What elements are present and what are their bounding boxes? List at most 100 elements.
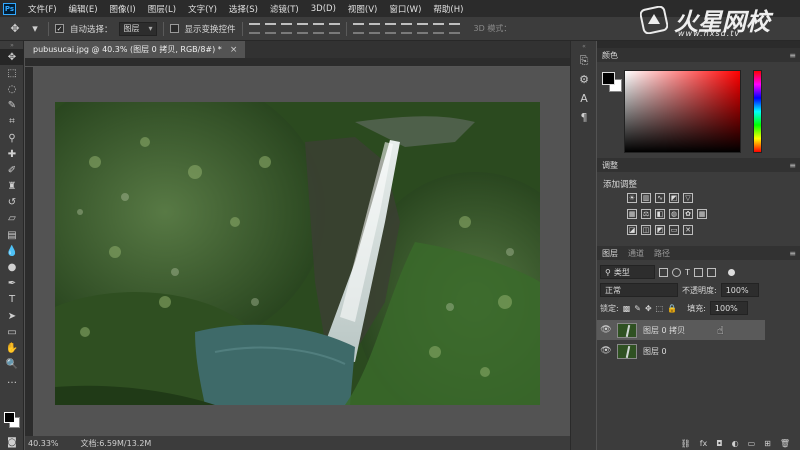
gradient-tool-icon[interactable]: ▤ [0,227,24,243]
blend-mode-select[interactable]: 正常 [600,283,678,297]
align-hcenter-icon[interactable] [312,23,324,34]
align-left-icon[interactable] [296,23,308,34]
vibrance-icon[interactable]: ▽ [683,193,693,203]
layer-name[interactable]: 图层 0 拷贝 [643,325,685,336]
tab-layers[interactable]: 图层 [602,248,618,259]
fx-icon[interactable]: fx [700,439,708,448]
quick-select-tool-icon[interactable]: ✎ [0,98,24,114]
menu-file[interactable]: 文件(F) [22,3,63,15]
hue-slider[interactable] [753,70,762,153]
auto-select-target-select[interactable]: 图层 [118,21,157,36]
opacity-input[interactable]: 100% [720,283,759,297]
fill-input[interactable]: 100% [709,301,748,315]
channel-mixer-icon[interactable]: ✿ [683,209,693,219]
move-tool-icon[interactable]: ✥ [0,49,24,66]
character-panel-icon[interactable]: A [571,89,597,108]
tab-paths[interactable]: 路径 [654,248,670,259]
panel-menu-icon[interactable]: ≡ [789,249,796,258]
gradient-map-icon[interactable]: ▭ [669,225,679,235]
menu-edit[interactable]: 编辑(E) [63,3,104,15]
clone-stamp-tool-icon[interactable]: ♜ [0,179,24,195]
pen-tool-icon[interactable]: ✒ [0,276,24,292]
show-transform-checkbox[interactable] [169,24,179,33]
layer-name[interactable]: 图层 0 [643,346,667,357]
menu-3d[interactable]: 3D(D) [305,4,342,14]
tool-preset-chevron-icon[interactable]: ▾ [28,22,42,36]
hue-saturation-icon[interactable]: ▦ [627,209,637,219]
auto-align-icon[interactable] [448,23,460,34]
levels-icon[interactable]: ▥ [641,193,651,203]
layer-filter-kind-select[interactable]: ⚲ 类型 [600,265,655,279]
blur-tool-icon[interactable]: 💧 [0,243,24,259]
properties-panel-icon[interactable]: ⚙ [571,70,597,89]
toolbar-collapse-icon[interactable]: » [0,41,24,49]
menu-select[interactable]: 选择(S) [223,3,264,15]
add-mask-icon[interactable]: ◘ [716,439,722,448]
foreground-color-swatch[interactable] [4,412,15,423]
dodge-tool-icon[interactable]: ● [0,259,24,275]
brightness-icon[interactable]: ☀ [627,193,637,203]
align-vcenter-icon[interactable] [264,23,276,34]
menu-image[interactable]: 图像(I) [104,3,142,15]
filter-smart-object-icon[interactable] [706,267,716,277]
curves-icon[interactable]: ∿ [655,193,665,203]
lock-position-icon[interactable]: ✥ [645,304,652,313]
link-layers-icon[interactable]: ⛓ [681,439,691,448]
marquee-tool-icon[interactable]: ⬚ [0,65,24,81]
panel-menu-icon[interactable]: ≡ [789,161,796,170]
filter-type-icon[interactable]: T [685,268,690,277]
canvas-image[interactable] [55,102,540,405]
filter-adjustment-icon[interactable] [672,267,681,277]
foreground-color-swatch[interactable] [602,72,615,85]
lock-artboard-icon[interactable]: ⬚ [656,304,664,313]
canvas-workspace[interactable] [34,67,570,436]
lock-transparency-icon[interactable]: ▩ [623,304,631,313]
menu-layer[interactable]: 图层(L) [142,3,182,15]
move-tool-icon[interactable]: ✥ [8,22,22,36]
path-select-tool-icon[interactable]: ➤ [0,308,24,324]
expand-panels-icon[interactable]: « [571,41,597,51]
document-tab[interactable]: pubusucai.jpg @ 40.3% (图层 0 拷贝, RGB/8#) … [25,41,246,58]
type-tool-icon[interactable]: T [0,292,24,308]
invert-icon[interactable]: ◪ [627,225,637,235]
paragraph-panel-icon[interactable]: ¶ [571,108,597,127]
healing-brush-tool-icon[interactable]: ✚ [0,146,24,162]
lock-pixels-icon[interactable]: ✎ [634,304,641,313]
visibility-eye-icon[interactable]: 👁 [597,325,615,335]
black-white-icon[interactable]: ◧ [655,209,665,219]
menu-help[interactable]: 帮助(H) [427,3,469,15]
menu-type[interactable]: 文字(Y) [182,3,223,15]
history-panel-icon[interactable]: ⎘ [571,51,597,70]
filter-toggle-icon[interactable] [727,268,735,276]
color-lookup-icon[interactable]: ▦ [697,209,707,219]
menu-filter[interactable]: 滤镜(T) [264,3,305,15]
eyedropper-tool-icon[interactable]: ⚲ [0,130,24,146]
menu-view[interactable]: 视图(V) [342,3,383,15]
align-right-icon[interactable] [328,23,340,34]
close-tab-icon[interactable]: × [230,45,238,55]
color-balance-icon[interactable]: ⚖ [641,209,651,219]
auto-select-checkbox[interactable]: ✓ [55,24,64,33]
adjustments-tab[interactable]: 调整 [602,160,618,171]
distribute-vcenter-icon[interactable] [368,23,380,34]
distribute-right-icon[interactable] [432,23,444,34]
layer-row-copy[interactable]: 👁 图层 0 拷贝 [597,320,765,340]
color-tab[interactable]: 颜色 [602,50,618,61]
color-fg-bg-swatches[interactable] [602,72,624,94]
distribute-hcenter-icon[interactable] [416,23,428,34]
align-top-icon[interactable] [248,23,260,34]
panel-menu-icon[interactable]: ≡ [789,51,796,60]
brush-tool-icon[interactable]: ✐ [0,162,24,178]
new-adjustment-icon[interactable]: ◐ [732,439,739,448]
crop-tool-icon[interactable]: ⌗ [0,114,24,130]
photo-filter-icon[interactable]: ◍ [669,209,679,219]
selective-color-icon[interactable]: ✕ [683,225,693,235]
lock-all-icon[interactable]: 🔒 [667,304,677,313]
color-picker-field[interactable] [624,70,741,153]
posterize-icon[interactable]: ◫ [641,225,651,235]
edit-toolbar-icon[interactable]: … [0,373,24,389]
delete-layer-icon[interactable]: 🗑 [780,439,790,448]
distribute-bottom-icon[interactable] [384,23,396,34]
filter-pixel-icon[interactable] [659,267,668,277]
zoom-tool-icon[interactable]: 🔍 [0,357,24,373]
